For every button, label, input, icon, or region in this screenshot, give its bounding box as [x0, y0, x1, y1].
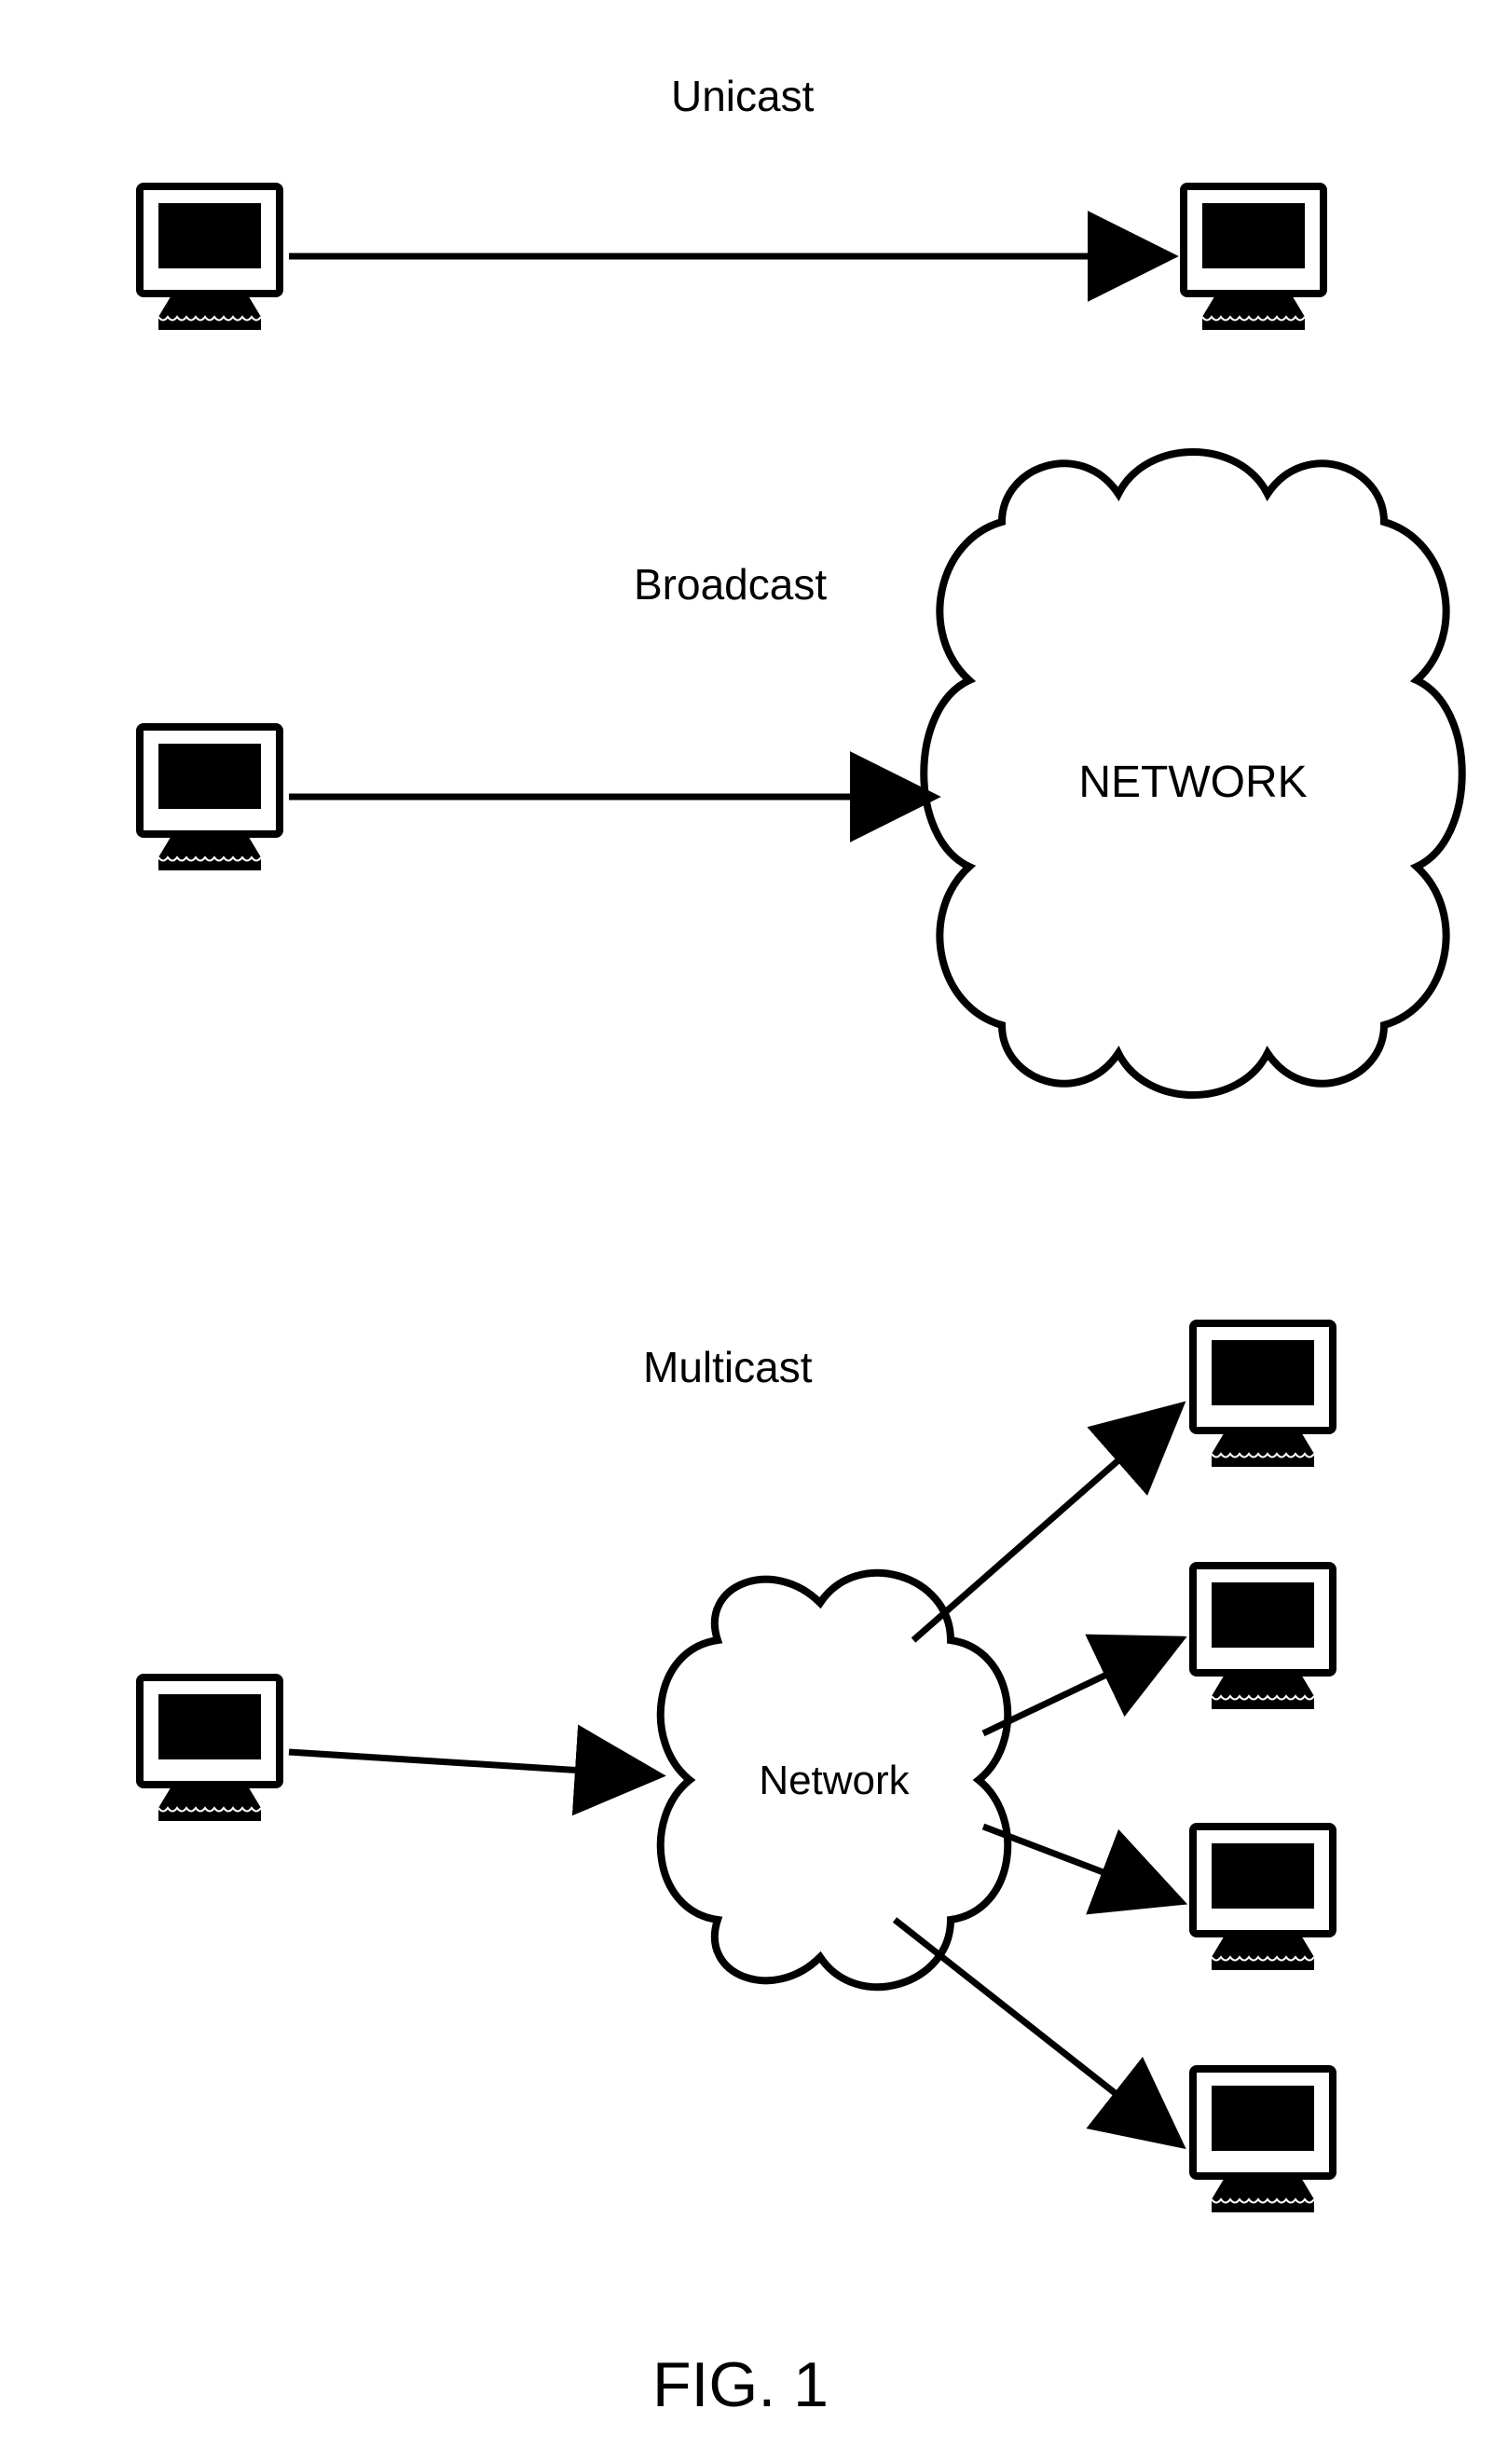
- multicast-arrow-out-1: [913, 1407, 1179, 1640]
- broadcast-group: NETWORK: [140, 452, 1462, 1095]
- multicast-arrow-out-2: [983, 1640, 1179, 1733]
- unicast-group: [140, 186, 1323, 330]
- multicast-group: Network: [140, 1323, 1333, 2212]
- network-cloud-large-label: NETWORK: [1078, 758, 1307, 807]
- computer-icon: [1184, 186, 1323, 330]
- computer-icon: [1193, 2069, 1333, 2212]
- computer-icon: [140, 186, 280, 330]
- diagram-svg: NETWORK Network: [0, 0, 1494, 2464]
- multicast-arrow-in: [289, 1752, 657, 1775]
- computer-icon: [1193, 1323, 1333, 1467]
- computer-icon: [140, 1677, 280, 1821]
- multicast-arrow-out-3: [983, 1827, 1179, 1901]
- network-cloud-small-label: Network: [759, 1758, 910, 1803]
- multicast-arrow-out-4: [895, 1920, 1179, 2143]
- computer-icon: [1193, 1566, 1333, 1709]
- computer-icon: [140, 727, 280, 870]
- computer-icon: [1193, 1827, 1333, 1970]
- figure-page: Unicast Broadcast Multicast FIG. 1: [0, 0, 1494, 2464]
